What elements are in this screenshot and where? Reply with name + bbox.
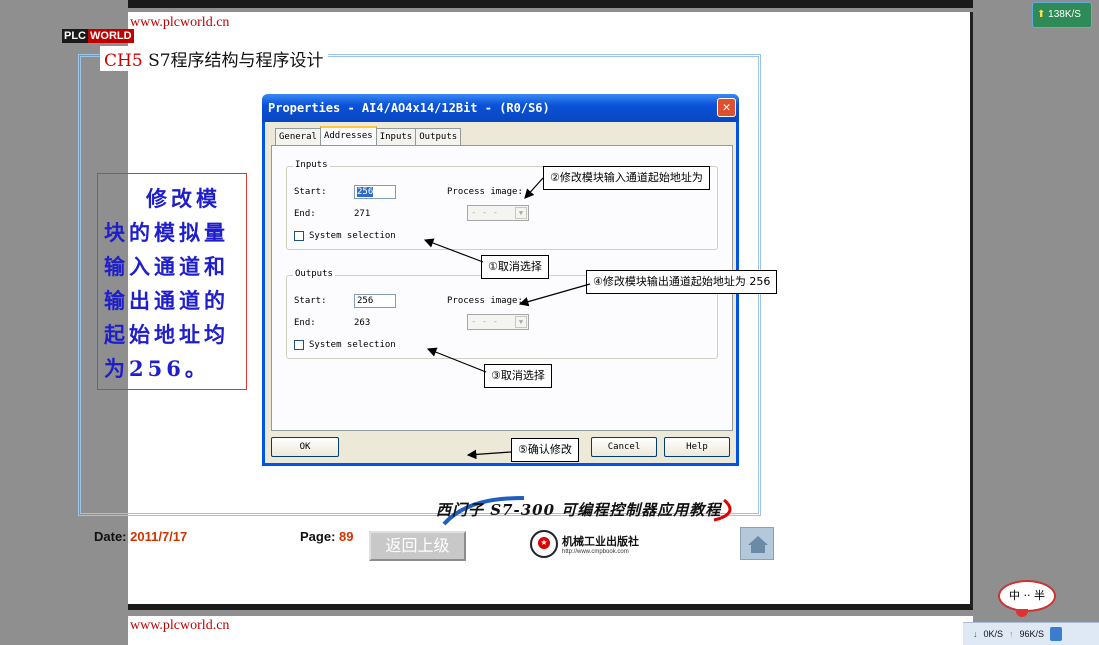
inputs-end-label: End: [294,209,316,219]
callout-2: ②修改模块输入通道起始地址为 [543,166,710,190]
page-value: 89 [339,529,354,544]
next-slide-page: www.plcworld.cn [128,616,973,645]
outputs-end-label: End: [294,318,316,328]
inputs-system-selection-checkbox[interactable] [294,231,304,241]
inputs-start-label: Start: [294,187,327,197]
page-label: Page: [300,529,336,544]
chapter-label: CH5 [104,51,143,71]
publisher-url: http://www.cmpbook.com [562,549,629,555]
publisher-star-icon: ★ [530,530,558,558]
publisher-name: 机械工业出版社 [562,535,639,548]
inputs-start-field[interactable]: 256 [354,185,396,199]
outputs-start-label: Start: [294,296,327,306]
outputs-start-value: 256 [357,296,374,306]
inputs-start-value: 256 [357,187,374,197]
dialog-title: Properties - AI4/AO4x14/12Bit - (R0/S6) [268,101,550,115]
down-speed: 0K/S [983,629,1004,639]
home-icon [748,536,768,553]
outputs-legend: Outputs [293,269,335,279]
publisher-logo: ★ 机械工业出版社 http://www.cmpbook.com [530,530,639,558]
dialog-titlebar[interactable]: Properties - AI4/AO4x14/12Bit - (R0/S6) … [262,94,739,122]
arrow-up-icon: ↑ [1009,629,1014,639]
outputs-start-field[interactable]: 256 [354,294,396,308]
outputs-end-value: 263 [354,318,371,328]
chevron-down-icon: ▼ [515,316,527,328]
site-url-next[interactable]: www.plcworld.cn [130,618,229,634]
inputs-process-image-value: - - - [471,208,499,218]
outputs-process-image-select: - - - ▼ [467,314,529,330]
book-title: 西门子 S7-300 可编程控制器应用教程 [436,501,722,519]
arrow-up-icon: ⬆ [1037,9,1046,20]
slide-title: CH5 S7程序结构与程序设计 [100,46,328,71]
callout-1: ①取消选择 [481,255,549,279]
tab-inputs[interactable]: Inputs [375,128,417,145]
logo-plc: PLC [62,29,88,43]
logo-world: WORLD [88,29,134,43]
back-button[interactable]: 返回上级 [369,531,466,561]
side-note: 修改模块的模拟量输入通道和输出通道的起始地址均为256。 [97,173,247,390]
tab-general[interactable]: General [275,128,321,145]
callout-5: ⑤确认修改 [511,438,579,462]
ime-tail [1016,609,1028,617]
inputs-legend: Inputs [293,160,330,170]
outputs-system-selection-label[interactable]: System selection [309,340,396,350]
cancel-button[interactable]: Cancel [591,437,657,457]
tab-outputs[interactable]: Outputs [415,128,462,145]
close-icon[interactable]: ✕ [717,98,736,117]
chevron-down-icon: ▼ [515,207,527,219]
ok-button[interactable]: OK [271,437,339,457]
home-button[interactable] [740,527,774,560]
outputs-system-selection-checkbox[interactable] [294,340,304,350]
inputs-system-selection-label[interactable]: System selection [309,231,396,241]
footer-page: Page: 89 [300,529,354,544]
callout-3: ③取消选择 [484,364,552,388]
inputs-process-image-label: Process image: [447,187,523,197]
title-text: S7程序结构与程序设计 [148,51,324,71]
date-label: Date: [94,529,127,544]
inputs-process-image-select: - - - ▼ [467,205,529,221]
date-value: 2011/7/17 [130,529,188,544]
up-speed: 96K/S [1019,629,1045,639]
callout-4: ④修改模块输出通道起始地址为 256 [586,270,778,294]
network-monitor: ↓ 0K/S ↑ 96K/S [963,622,1099,645]
page-top-edge [128,0,973,8]
network-icon[interactable] [1050,627,1063,641]
speed-value: 138K/S [1048,9,1081,20]
inputs-end-value: 271 [354,209,371,219]
help-button[interactable]: Help [664,437,730,457]
plcworld-logo: PLC WORLD [62,29,134,43]
site-url[interactable]: www.plcworld.cn [130,15,229,31]
upload-speed-badge[interactable]: ⬆ 138K/S [1032,2,1092,28]
tab-strip: General Addresses Inputs Outputs [275,126,462,145]
ime-indicator[interactable]: 中 ·· 半 [998,580,1056,612]
outputs-process-image-label: Process image: [447,296,523,306]
outputs-process-image-value: - - - [471,317,499,327]
footer-date: Date: 2011/7/17 [94,529,187,544]
arrow-down-icon: ↓ [973,629,978,639]
tab-addresses[interactable]: Addresses [319,126,377,145]
